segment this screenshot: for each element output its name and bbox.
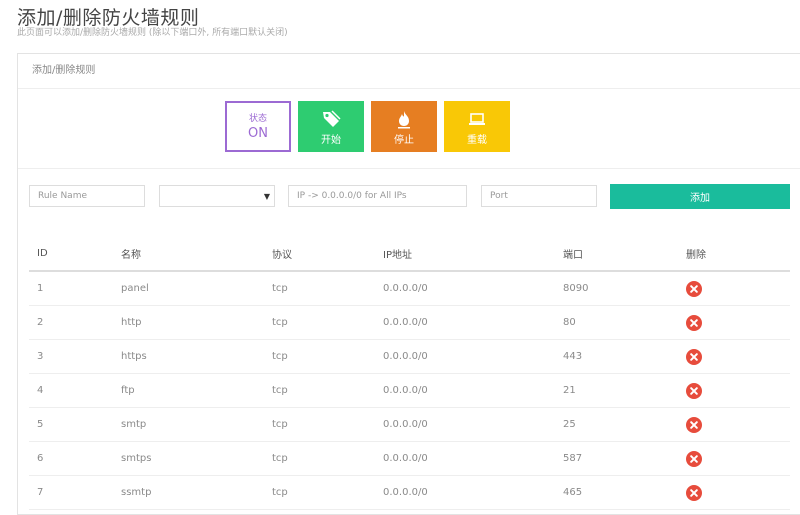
- firewall-status-tile[interactable]: 状态 ON: [225, 101, 291, 152]
- cell-delete: [678, 373, 790, 408]
- cell-delete: [678, 271, 790, 306]
- header-name: 名称: [113, 236, 264, 272]
- cell-protocol: tcp: [264, 271, 375, 306]
- cell-name: ftp: [113, 373, 264, 408]
- cell-protocol: tcp: [264, 305, 375, 340]
- delete-icon[interactable]: [686, 382, 702, 399]
- cell-ip: 0.0.0.0/0: [375, 271, 555, 306]
- cell-delete: [678, 407, 790, 442]
- add-rule-button[interactable]: 添加: [610, 184, 790, 209]
- cell-ip: 0.0.0.0/0: [375, 475, 555, 510]
- laptop-icon: [444, 109, 510, 129]
- cell-id: 1: [29, 271, 113, 306]
- cell-port: 8090: [555, 271, 678, 306]
- cell-protocol: tcp: [264, 441, 375, 476]
- table-row: 6 smtps tcp 0.0.0.0/0 587: [29, 441, 790, 476]
- ip-address-input[interactable]: [288, 185, 467, 207]
- cell-port: 80: [555, 305, 678, 340]
- reload-button[interactable]: 重载: [444, 101, 510, 152]
- port-input[interactable]: [481, 185, 597, 207]
- table-row: 1 panel tcp 0.0.0.0/0 8090: [29, 271, 790, 306]
- cell-port: 25: [555, 407, 678, 442]
- start-label: 开始: [321, 135, 341, 146]
- delete-icon[interactable]: [686, 280, 702, 297]
- cell-name: http: [113, 305, 264, 340]
- delete-icon[interactable]: [686, 450, 702, 467]
- cell-ip: 0.0.0.0/0: [375, 339, 555, 374]
- header-id: ID: [29, 236, 113, 272]
- cell-name: https: [113, 339, 264, 374]
- status-label: 状态: [248, 114, 267, 124]
- table-row: 3 https tcp 0.0.0.0/0 443: [29, 339, 790, 374]
- cell-name: ssmtp: [113, 475, 264, 510]
- cell-id: 2: [29, 305, 113, 340]
- reload-label: 重载: [467, 135, 487, 146]
- delete-icon[interactable]: [686, 416, 702, 433]
- table-row: 2 http tcp 0.0.0.0/0 80: [29, 305, 790, 340]
- cell-name: smtps: [113, 441, 264, 476]
- cell-id: 4: [29, 373, 113, 408]
- delete-icon[interactable]: [686, 484, 702, 501]
- stop-button[interactable]: 停止: [371, 101, 437, 152]
- cell-id: 5: [29, 407, 113, 442]
- table-row: 4 ftp tcp 0.0.0.0/0 21: [29, 373, 790, 408]
- cell-protocol: tcp: [264, 407, 375, 442]
- page-subtitle: 此页面可以添加/删除防火墙规则 (除以下端口外, 所有端口默认关闭): [17, 28, 288, 38]
- cell-name: smtp: [113, 407, 264, 442]
- table-row: 7 ssmtp tcp 0.0.0.0/0 465: [29, 475, 790, 510]
- rule-name-input[interactable]: [29, 185, 145, 207]
- rules-panel: 添加/删除规则 状态 ON 开始 停止 重载 Rule Name ▼ IP ->…: [17, 53, 800, 515]
- cell-id: 7: [29, 475, 113, 510]
- cell-id: 6: [29, 441, 113, 476]
- delete-icon[interactable]: [686, 314, 702, 331]
- cell-port: 443: [555, 339, 678, 374]
- cell-ip: 0.0.0.0/0: [375, 305, 555, 340]
- cell-name: panel: [113, 271, 264, 306]
- cell-delete: [678, 305, 790, 340]
- cell-ip: 0.0.0.0/0: [375, 407, 555, 442]
- start-button[interactable]: 开始: [298, 101, 364, 152]
- tag-icon: [298, 109, 364, 129]
- cell-ip: 0.0.0.0/0: [375, 373, 555, 408]
- cell-protocol: tcp: [264, 475, 375, 510]
- cell-port: 465: [555, 475, 678, 510]
- cell-protocol: tcp: [264, 373, 375, 408]
- section-divider: [18, 168, 800, 169]
- rules-table-body: 1 panel tcp 0.0.0.0/0 8090 2 http tcp 0.…: [29, 271, 790, 510]
- cell-ip: 0.0.0.0/0: [375, 441, 555, 476]
- delete-icon[interactable]: [686, 348, 702, 365]
- cell-id: 3: [29, 339, 113, 374]
- cell-protocol: tcp: [264, 339, 375, 374]
- protocol-select[interactable]: ▼: [159, 185, 275, 207]
- header-delete: 删除: [678, 236, 790, 272]
- cell-port: 21: [555, 373, 678, 408]
- stop-label: 停止: [394, 135, 414, 146]
- table-row: 5 smtp tcp 0.0.0.0/0 25: [29, 407, 790, 442]
- header-port: 端口: [555, 236, 678, 272]
- table-header-row: ID 名称 协议 IP地址 端口 删除: [29, 236, 790, 272]
- cell-delete: [678, 441, 790, 476]
- rules-table: ID 名称 协议 IP地址 端口 删除 1 panel tcp 0.0.0.0/…: [29, 236, 790, 510]
- caret-down-icon: ▼: [263, 192, 270, 201]
- status-value: ON: [248, 126, 268, 141]
- cell-port: 587: [555, 441, 678, 476]
- header-protocol: 协议: [264, 236, 375, 272]
- cell-delete: [678, 475, 790, 510]
- header-ip: IP地址: [375, 236, 555, 272]
- cell-delete: [678, 339, 790, 374]
- panel-heading: 添加/删除规则: [18, 54, 800, 89]
- fire-icon: [371, 109, 437, 129]
